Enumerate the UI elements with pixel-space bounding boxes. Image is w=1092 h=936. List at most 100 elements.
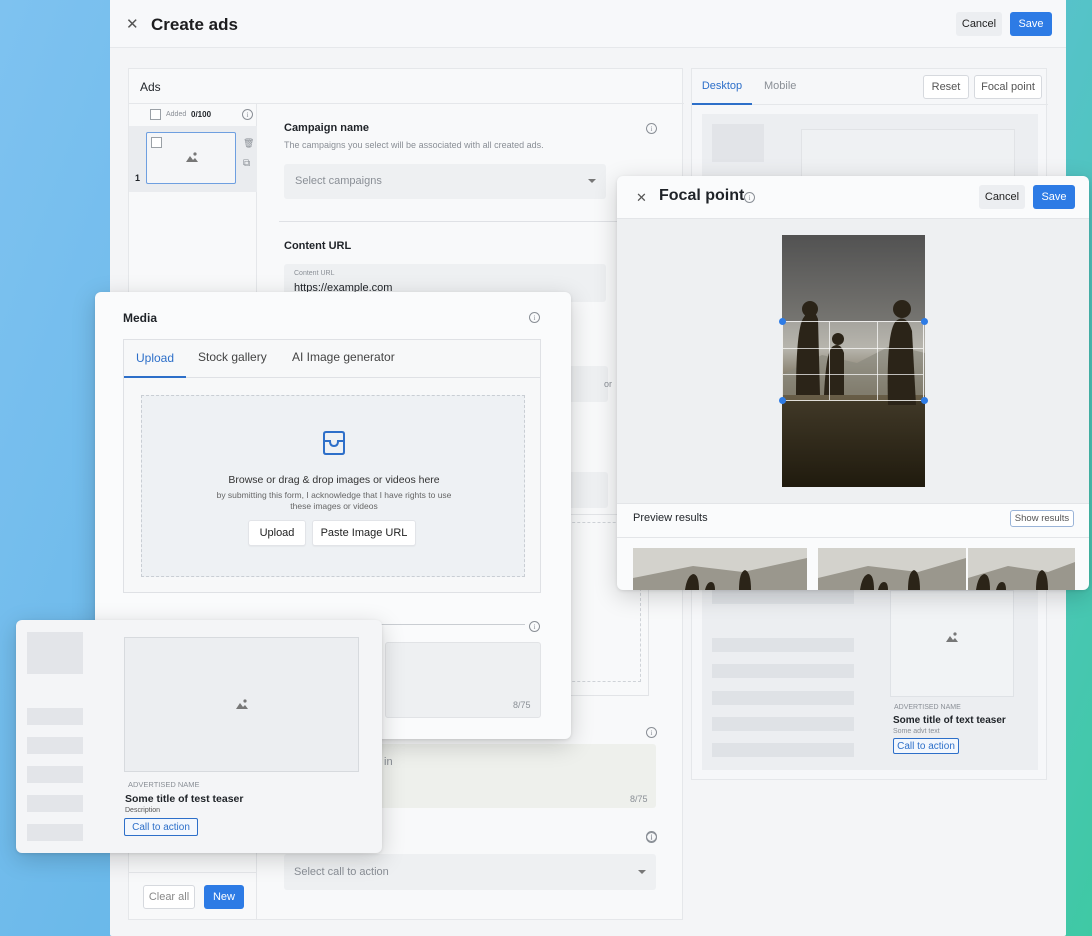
tab-upload[interactable]: Upload	[124, 340, 186, 378]
chevron-down-icon	[638, 870, 646, 874]
divider	[279, 221, 659, 222]
crop-handle-bottom-left[interactable]	[779, 397, 786, 404]
crop-grid-line	[783, 348, 923, 349]
ad-item-number: 1	[135, 173, 141, 183]
preview-teaser-title: Some title of text teaser	[893, 715, 1006, 726]
content-url-label: Content URL	[294, 270, 335, 277]
copy-icon[interactable]: ⧉	[243, 158, 250, 169]
reset-button[interactable]: Reset	[923, 75, 969, 99]
upload-dropzone[interactable]: Browse or drag & drop images or videos h…	[141, 395, 525, 577]
cta-placeholder: Select call to action	[294, 866, 389, 878]
show-results-button[interactable]: Show results	[1010, 510, 1074, 527]
teaser-line	[27, 737, 83, 754]
campaign-select[interactable]: Select campaigns	[284, 164, 606, 199]
tab-desktop[interactable]: Desktop	[692, 69, 752, 105]
campaign-description: The campaigns you select will be associa…	[284, 140, 544, 150]
ads-panel-title: Ads	[140, 80, 161, 94]
added-label: Added	[166, 111, 187, 118]
media-tab-bar: Upload Stock gallery AI Image generator	[124, 340, 540, 378]
text-field[interactable]: 8/75	[385, 642, 541, 718]
cta-select[interactable]: Select call to action	[284, 854, 656, 890]
new-ad-button[interactable]: New	[204, 885, 244, 909]
teaser-advertised-name: ADVERTISED NAME	[128, 780, 200, 789]
clear-all-button[interactable]: Clear all	[143, 885, 195, 909]
chevron-down-icon	[588, 179, 596, 183]
teaser-cta-button[interactable]: Call to action	[124, 818, 198, 836]
tab-mobile[interactable]: Mobile	[764, 80, 796, 92]
focal-crop-frame[interactable]	[782, 321, 924, 401]
page-title: Create ads	[151, 15, 238, 34]
info-icon: i	[529, 621, 540, 632]
preview-tabs-bar: Desktop Mobile Reset Focal point	[692, 69, 1048, 105]
image-icon	[946, 632, 958, 642]
focal-cancel-button[interactable]: Cancel	[979, 185, 1025, 209]
campaign-placeholder: Select campaigns	[295, 175, 382, 187]
crop-handle-top-left[interactable]	[779, 318, 786, 325]
focal-point-button[interactable]: Focal point	[974, 75, 1042, 99]
crop-grid-line	[783, 374, 923, 375]
tab-ai-image-generator[interactable]: AI Image generator	[292, 350, 395, 364]
teaser-title: Some title of test teaser	[125, 793, 244, 805]
teaser-description: Description	[125, 807, 161, 814]
crop-handle-bottom-right[interactable]	[921, 397, 928, 404]
ad-thumbnail[interactable]	[146, 132, 236, 184]
crop-grid-line	[829, 322, 830, 400]
info-icon: i	[242, 109, 253, 120]
info-icon: i	[646, 727, 657, 738]
ad-list-item[interactable]: 1 🗑 ⧉	[129, 126, 257, 192]
preview-result-thumbnail	[633, 548, 807, 590]
preview-result-thumbnail	[968, 548, 1075, 590]
teaser-logo-placeholder	[27, 632, 83, 674]
content-url-title: Content URL	[284, 240, 352, 252]
inbox-icon	[323, 431, 345, 455]
added-count: 0/100	[191, 110, 212, 119]
info-icon: i	[646, 123, 657, 134]
select-all-checkbox[interactable]	[150, 109, 161, 120]
paste-image-url-button[interactable]: Paste Image URL	[312, 520, 416, 546]
teaser-line	[27, 766, 83, 783]
char-counter: 8/75	[513, 700, 531, 710]
top-bar: ✕ Create ads Cancel Save	[110, 0, 1066, 48]
save-button[interactable]: Save	[1010, 12, 1052, 36]
preview-teaser-image	[890, 590, 1014, 697]
partial-or-text: or	[604, 379, 613, 389]
divider	[617, 503, 1089, 504]
teaser-line	[27, 708, 83, 725]
ads-panel-header: Ads	[129, 69, 684, 104]
teaser-line	[27, 795, 83, 812]
close-icon[interactable]: ✕	[126, 15, 139, 33]
media-tabs-container: Upload Stock gallery AI Image generator …	[123, 339, 541, 593]
crop-handle-top-right[interactable]	[921, 318, 928, 325]
preview-line	[712, 590, 854, 604]
preview-teaser-description: Some advt text	[893, 728, 940, 735]
ad-item-checkbox[interactable]	[151, 137, 162, 148]
cancel-button[interactable]: Cancel	[956, 12, 1002, 36]
preview-cta-button[interactable]: Call to action	[893, 738, 959, 754]
campaign-name-title: Campaign name	[284, 122, 369, 134]
focal-editor-canvas	[617, 219, 1089, 503]
media-title: Media	[123, 311, 158, 325]
info-icon: i	[529, 312, 540, 323]
image-icon	[236, 699, 248, 709]
preview-line	[712, 664, 854, 678]
crop-grid-line	[877, 322, 878, 400]
info-icon: i	[646, 832, 657, 843]
teaser-preview-card: ADVERTISED NAME Some title of test tease…	[16, 620, 382, 853]
focal-save-button[interactable]: Save	[1033, 185, 1075, 209]
close-icon[interactable]: ✕	[636, 190, 647, 206]
delete-icon[interactable]: 🗑	[243, 138, 254, 149]
preview-advertised-name: ADVERTISED NAME	[894, 704, 961, 711]
partial-in-text: in	[384, 756, 393, 768]
info-icon: i	[744, 192, 755, 203]
tab-stock-gallery[interactable]: Stock gallery	[198, 350, 267, 364]
preview-line	[712, 743, 854, 757]
preview-results-label: Preview results	[633, 512, 708, 524]
image-icon	[186, 152, 198, 162]
dropzone-description: by submitting this form, I acknowledge t…	[216, 490, 452, 511]
upload-button[interactable]: Upload	[248, 520, 306, 546]
ads-list-footer: Clear all New	[129, 872, 257, 920]
preview-result-thumbnail	[818, 548, 966, 590]
char-counter: 8/75	[630, 794, 648, 804]
teaser-image-placeholder	[124, 637, 359, 772]
preview-line	[712, 717, 854, 731]
